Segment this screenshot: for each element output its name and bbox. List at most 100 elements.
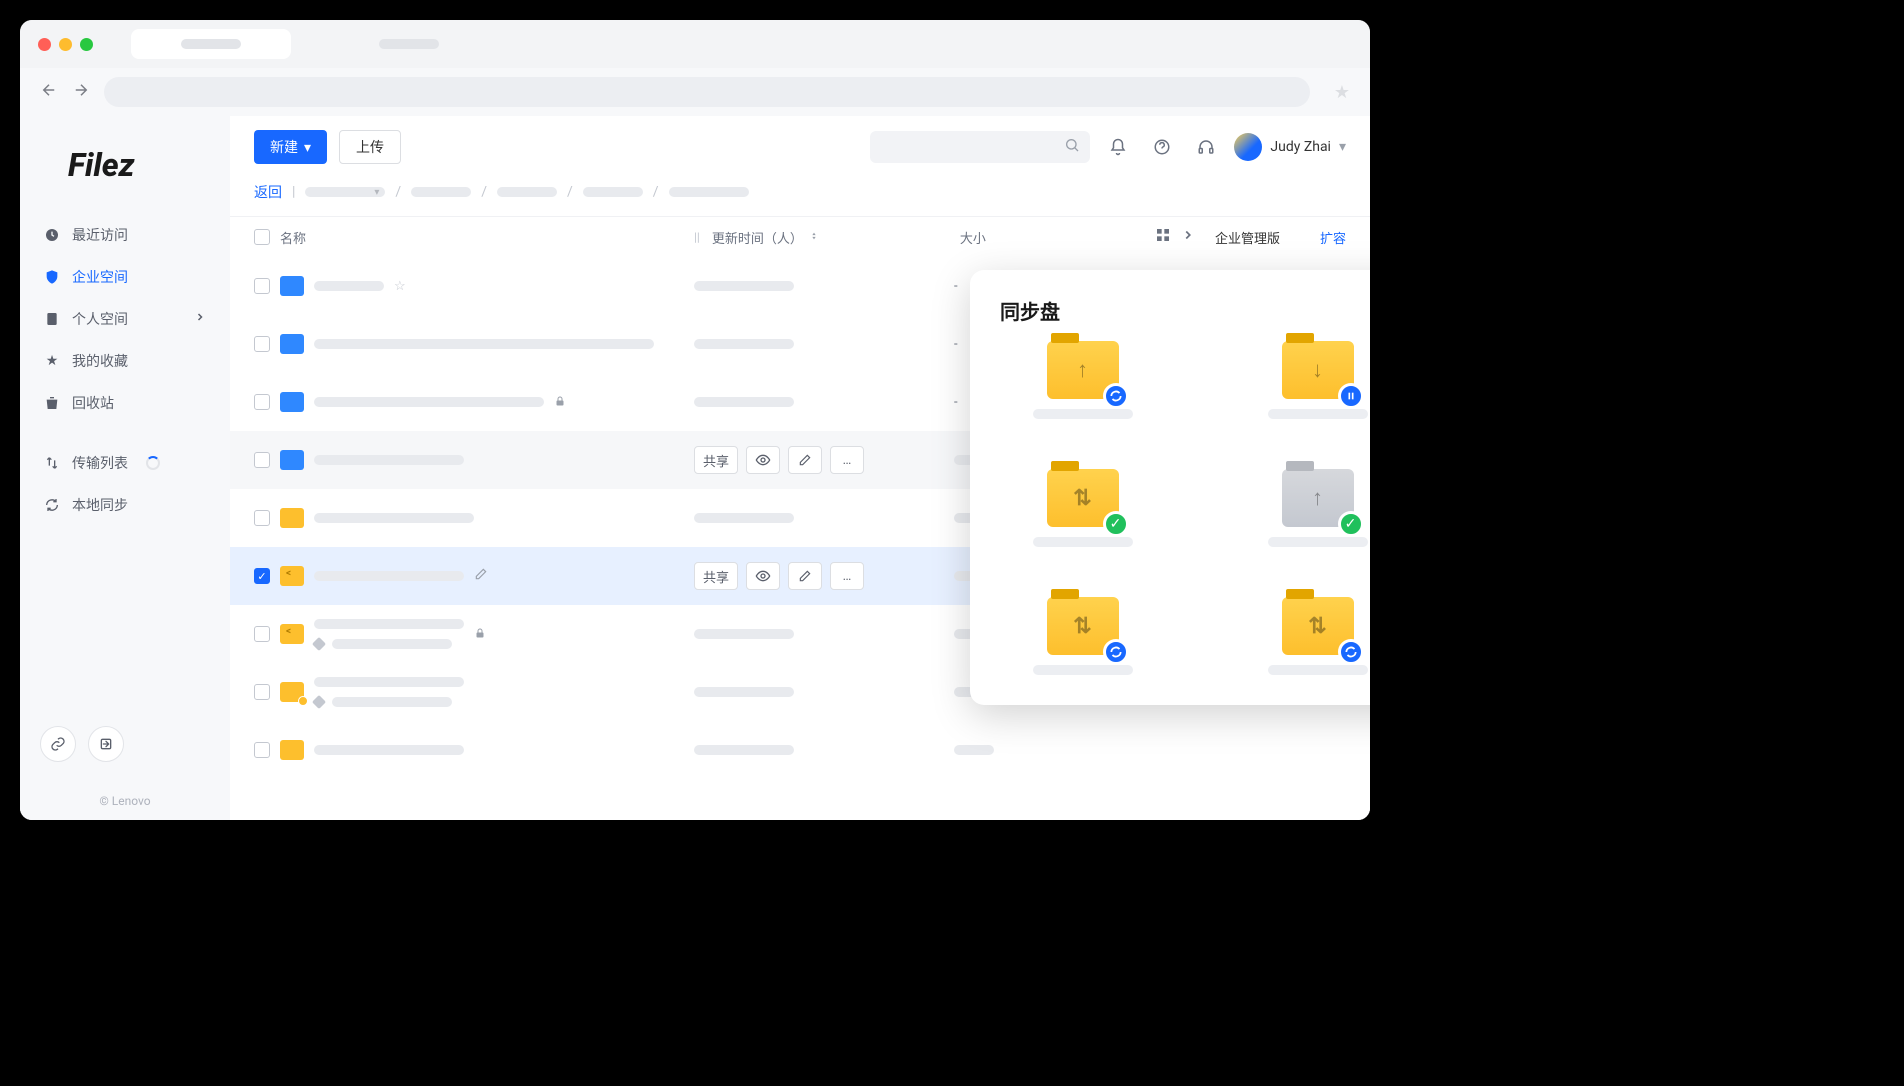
- sync-icon: [44, 497, 60, 513]
- edit-icon[interactable]: [474, 567, 488, 585]
- url-input[interactable]: [104, 77, 1310, 107]
- search-icon: [1064, 137, 1080, 157]
- sidebar-item-localsync[interactable]: 本地同步: [20, 484, 230, 526]
- breadcrumb-sep: |: [292, 184, 295, 200]
- row-checkbox[interactable]: [254, 742, 270, 758]
- user-menu[interactable]: Judy Zhai ▾: [1234, 133, 1346, 161]
- expand-link[interactable]: 扩容: [1320, 228, 1346, 247]
- help-icon[interactable]: [1146, 131, 1178, 163]
- breadcrumb-item[interactable]: [583, 187, 643, 197]
- sidebar-item-recent[interactable]: 最近访问: [20, 214, 230, 256]
- row-checkbox[interactable]: [254, 568, 270, 584]
- file-name: [314, 571, 464, 581]
- star-icon: ★: [44, 353, 60, 369]
- bell-icon[interactable]: [1102, 131, 1134, 163]
- file-size: [954, 745, 994, 755]
- breadcrumb-item[interactable]: [411, 187, 471, 197]
- folder-icon: [280, 624, 304, 644]
- table-row[interactable]: [230, 721, 1370, 779]
- breadcrumb-sep: /: [567, 184, 573, 200]
- forward-icon[interactable]: [72, 81, 90, 103]
- close-traffic-light[interactable]: [38, 38, 51, 51]
- link-button[interactable]: [40, 726, 76, 762]
- sync-status-icon: [1103, 383, 1129, 409]
- preview-button[interactable]: [746, 562, 780, 590]
- row-checkbox[interactable]: [254, 336, 270, 352]
- sidebar-item-trash[interactable]: 回收站: [20, 382, 230, 424]
- new-button[interactable]: 新建 ▾: [254, 130, 327, 164]
- update-time: [694, 745, 794, 755]
- tag-icon: [312, 637, 326, 651]
- share-button[interactable]: 共享: [694, 446, 738, 474]
- update-time: [694, 339, 794, 349]
- row-checkbox[interactable]: [254, 394, 270, 410]
- star-icon[interactable]: ☆: [394, 279, 406, 294]
- row-checkbox[interactable]: [254, 278, 270, 294]
- bookmark-star-icon[interactable]: ★: [1334, 82, 1350, 103]
- sync-folder-item[interactable]: ↑: [1000, 341, 1165, 419]
- sync-folder-item[interactable]: ⇅: [1235, 597, 1370, 675]
- titlebar: [20, 20, 1370, 68]
- breadcrumb-item[interactable]: ▾: [305, 187, 385, 197]
- chevron-right-icon[interactable]: [1181, 228, 1195, 246]
- edit-button[interactable]: [788, 446, 822, 474]
- sync-folder-item[interactable]: ↓: [1235, 341, 1370, 419]
- sidebar-item-enterprise[interactable]: 企业空间: [20, 256, 230, 298]
- more-button[interactable]: …: [830, 562, 864, 590]
- breadcrumb-item[interactable]: [669, 187, 749, 197]
- row-checkbox[interactable]: [254, 626, 270, 642]
- row-checkbox[interactable]: [254, 452, 270, 468]
- app-logo: Filez: [20, 146, 230, 214]
- browser-tab[interactable]: [329, 29, 489, 59]
- sidebar-item-favorites[interactable]: ★ 我的收藏: [20, 340, 230, 382]
- maximize-traffic-light[interactable]: [80, 38, 93, 51]
- search-input[interactable]: [870, 131, 1090, 163]
- chevron-right-icon: [194, 311, 206, 327]
- sync-folder-item[interactable]: ⇅: [1000, 597, 1165, 675]
- new-button-label: 新建: [270, 137, 298, 157]
- col-update-label: 更新时间（人）: [712, 228, 803, 247]
- breadcrumb-item[interactable]: [497, 187, 557, 197]
- share-out-button[interactable]: [88, 726, 124, 762]
- tag-label: [332, 639, 452, 649]
- lock-icon: [554, 395, 566, 410]
- preview-button[interactable]: [746, 446, 780, 474]
- sync-folder-item[interactable]: ⇅✓: [1000, 469, 1165, 547]
- sidebar-item-transfer[interactable]: 传输列表: [20, 442, 230, 484]
- edit-button[interactable]: [788, 562, 822, 590]
- avatar: [1234, 133, 1262, 161]
- sync-status-icon: [1103, 639, 1129, 665]
- share-button[interactable]: 共享: [694, 562, 738, 590]
- sidebar-item-personal[interactable]: 个人空间: [20, 298, 230, 340]
- sidebar-bottom: [20, 706, 230, 782]
- row-checkbox[interactable]: [254, 510, 270, 526]
- clock-icon: [44, 227, 60, 243]
- update-time: [694, 687, 794, 697]
- back-link[interactable]: 返回: [254, 182, 282, 202]
- minimize-traffic-light[interactable]: [59, 38, 72, 51]
- headphones-icon[interactable]: [1190, 131, 1222, 163]
- sync-status-icon: [1338, 639, 1364, 665]
- row-checkbox[interactable]: [254, 684, 270, 700]
- lock-icon: [474, 627, 486, 642]
- browser-tab-active[interactable]: [131, 29, 291, 59]
- folder-icon: [280, 450, 304, 470]
- check-status-icon: ✓: [1103, 511, 1129, 537]
- sync-folder-name: [1033, 537, 1133, 547]
- upload-button[interactable]: 上传: [339, 130, 401, 164]
- shield-icon: [44, 269, 60, 285]
- sidebar: Filez 最近访问 企业空间 个人空间: [20, 116, 230, 820]
- folder-icon: [280, 392, 304, 412]
- sync-folder-item[interactable]: ↑✓: [1235, 469, 1370, 547]
- sidebar-item-label: 我的收藏: [72, 351, 128, 371]
- sort-icon[interactable]: [809, 230, 819, 245]
- breadcrumb-sep: /: [653, 184, 659, 200]
- breadcrumb-sep: /: [395, 184, 401, 200]
- sync-folder-icon: ⇅✓: [1047, 469, 1119, 527]
- grid-view-icon[interactable]: [1155, 227, 1171, 247]
- update-time: [694, 629, 794, 639]
- more-button[interactable]: …: [830, 446, 864, 474]
- select-all-checkbox[interactable]: [254, 229, 270, 245]
- back-icon[interactable]: [40, 81, 58, 103]
- breadcrumb-sep: /: [481, 184, 487, 200]
